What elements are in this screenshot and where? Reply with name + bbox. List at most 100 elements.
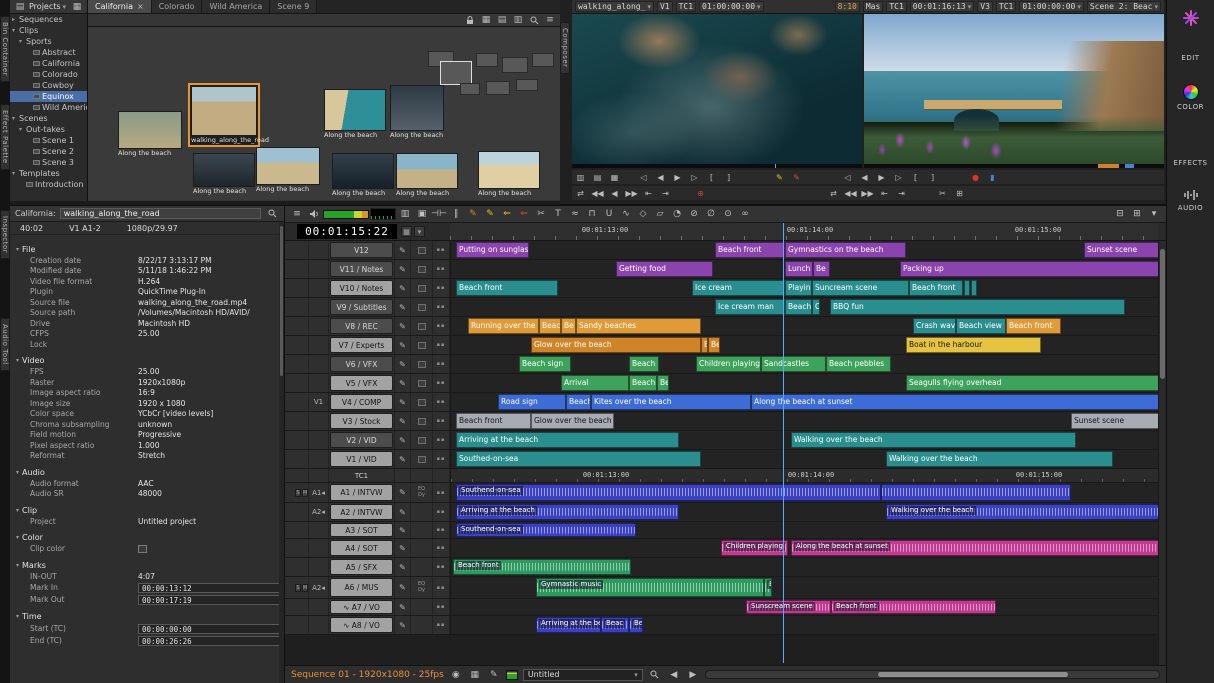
effects-mode-button[interactable]: EFFECTS — [1173, 159, 1207, 167]
add-edit-button[interactable]: ∥ — [448, 207, 464, 221]
timeline-clip-gymnastics-on-the-beach[interactable]: Gymnastics on the beach — [785, 242, 906, 258]
monitor-header-tc1[interactable]: TC1 — [676, 1, 696, 12]
track-button-v4-comp[interactable]: V4 / COMP — [330, 394, 393, 410]
step-forward-button[interactable]: ▷ — [686, 171, 703, 183]
render-button[interactable]: ◔ — [669, 207, 685, 221]
edit-mode-button[interactable]: EDIT — [1181, 54, 1199, 62]
bin-mini-clip[interactable] — [460, 83, 480, 95]
bin-clip-along-the-beach[interactable]: Along the beach — [390, 85, 444, 139]
timeline-clip-c[interactable]: C — [812, 299, 820, 315]
audio-mode-button[interactable]: AUDIO — [1178, 204, 1203, 212]
rail-tab-inspector[interactable]: Inspector — [0, 210, 10, 259]
toggle-source-record-button[interactable]: ▥ — [397, 207, 413, 221]
zoom-in-button[interactable]: ⊞ — [1129, 207, 1145, 221]
timeline-clip-beach-front[interactable]: Beach front — [453, 559, 631, 575]
timeline-clip-sunscream-scene[interactable]: Sunscream scene — [746, 600, 831, 614]
mark-in-button[interactable]: [ — [703, 171, 720, 183]
pencil-icon[interactable]: ✎ — [399, 379, 406, 388]
section-arrow-icon[interactable]: ▾ — [16, 246, 19, 253]
swap-source-record-button[interactable]: ⇄ — [572, 187, 589, 199]
record-position-bar[interactable] — [864, 164, 1164, 168]
track-button-v1-vid[interactable]: V1 / VID — [330, 451, 393, 467]
monitor-icon[interactable] — [418, 361, 426, 368]
timeline-clip-beach[interactable]: Beach — [566, 394, 591, 410]
monitor-header-tc1[interactable]: TC1 — [886, 1, 906, 12]
bin-clip-walking-along-the-road[interactable]: walking_along_the_road — [188, 83, 260, 147]
mute-button[interactable]: ⊘ — [686, 207, 702, 221]
section-arrow-icon[interactable]: ▾ — [16, 357, 19, 364]
overwrite-button[interactable]: ⇐ — [516, 207, 532, 221]
source-position-bar[interactable] — [572, 164, 862, 168]
monitor-header-walking-along[interactable]: walking_along_▾ — [575, 1, 654, 12]
bin-mini-clip[interactable] — [532, 53, 554, 67]
timeline-clip-sunset-scene[interactable]: Sunset scene — [1071, 413, 1158, 429]
razor-button[interactable]: ✂ — [934, 187, 951, 199]
track-control-icon[interactable]: ▪▪ — [437, 323, 446, 329]
scroll-left-icon[interactable]: ◀ — [667, 669, 681, 681]
timeline-clip-boat-in-the-harbour[interactable]: Boat in the harbour — [906, 337, 1041, 353]
record-step-backward-button[interactable]: ◀ — [856, 171, 873, 183]
timeline-clip-arriving-at-the-beach[interactable]: Arriving at the beach — [456, 504, 679, 520]
patch-button[interactable]: A2◂ — [312, 584, 325, 592]
track-lane[interactable]: Children playingAlong the beach at sunse… — [450, 539, 1158, 557]
timeline-clip-beach[interactable]: Beach — [539, 318, 561, 334]
track-control-icon[interactable]: ▪▪ — [437, 527, 446, 533]
timeline-clip-beach[interactable]: Beach — [629, 375, 657, 391]
tree-item-scene-2[interactable]: Scene 2 — [10, 146, 87, 157]
lift-button[interactable]: ⊓ — [584, 207, 600, 221]
timeline-view-menu[interactable]: ▾ — [1146, 207, 1162, 221]
timeline-horizontal-scrollbar[interactable] — [705, 670, 1160, 679]
record-button[interactable]: ● — [967, 171, 984, 183]
record-go-to-previous-edit-button[interactable]: ◁ — [839, 171, 856, 183]
source-monitor[interactable] — [572, 14, 862, 164]
timeline-clip-ice-cream[interactable]: Ice cream — [692, 280, 785, 296]
track-lane[interactable]: Beach front — [450, 558, 1158, 576]
timeline-grid-icon[interactable]: ▦ — [468, 669, 482, 681]
timeline-clip-beach-front[interactable]: Beach front — [456, 280, 558, 296]
timeline-clip-playing[interactable]: Playing — [785, 280, 812, 296]
clip-name-input[interactable] — [60, 208, 261, 219]
timeline-clip-southend-on-sea[interactable]: Southend-on-sea — [456, 523, 636, 537]
solo-button[interactable]: S — [295, 489, 301, 497]
monitor-header-00-01-16-13[interactable]: 00:01:16:13▾ — [910, 1, 975, 12]
section-arrow-icon[interactable]: ▾ — [16, 507, 19, 514]
record-step-forward-button[interactable]: ▷ — [890, 171, 907, 183]
timeline-clip-putting-on-sunglas[interactable]: Putting on sunglas — [456, 242, 529, 258]
pencil-icon[interactable]: ✎ — [399, 322, 406, 331]
tree-item-colorado[interactable]: Colorado — [10, 69, 87, 80]
timeline-clip-along-the-beach-at-sunset[interactable]: Along the beach at sunset — [751, 394, 1158, 410]
timeline-clip-arrival[interactable]: Arrival — [561, 375, 629, 391]
tree-item-out-takes[interactable]: ▾Out-takes — [10, 124, 87, 135]
pencil-icon[interactable]: ✎ — [399, 284, 406, 293]
track-control-icon[interactable]: ▪▪ — [437, 456, 446, 462]
go-to-previous-edit-button[interactable]: ◁ — [635, 171, 652, 183]
timeline-clip-arriving-at-the-be[interactable]: Arriving at the be — [536, 617, 601, 633]
track-lane[interactable]: Southend-on-sea — [450, 522, 1158, 538]
monitor-header-v3[interactable]: V3 — [977, 1, 993, 12]
timeline-clip-along-the-beach-at-sunset[interactable]: Along the beach at sunset — [791, 540, 1158, 556]
frame-view-icon[interactable]: ▦ — [479, 14, 493, 26]
timeline-clip-southed-on-sea[interactable]: Southed-on-sea — [456, 451, 701, 467]
timecode-view-icon[interactable]: ▦ — [401, 226, 412, 237]
timeline-clip-getting-food[interactable]: Getting food — [616, 261, 713, 277]
timeline-clip-sandcastles[interactable]: Sandcastles — [761, 356, 826, 372]
patch-button[interactable]: A2◂ — [312, 508, 325, 516]
timeline-clip-beac[interactable]: Beac — [601, 617, 629, 633]
monitor-header-scene-2-beac[interactable]: Scene 2: Beac▾ — [1087, 1, 1161, 12]
pencil-icon[interactable]: ✎ — [399, 583, 406, 592]
track-lane[interactable]: Getting foodLunchBePacking up — [450, 260, 1158, 278]
go-to-in-button[interactable]: ⇤ — [640, 187, 657, 199]
timeline-view-select[interactable]: Untitled ▾ — [523, 669, 643, 681]
timeline-clip[interactable] — [964, 280, 970, 296]
anchor-button[interactable]: ⊕ — [692, 187, 709, 199]
timeline-clip-children-playing[interactable]: Children playing — [721, 540, 788, 556]
timeline-clip-beach-view[interactable]: Beach view — [956, 318, 1006, 334]
timeline-clip-crash-wave[interactable]: Crash wave — [913, 318, 956, 334]
track-lane[interactable]: Beach signBeachChildren playingSandcastl… — [450, 355, 1158, 373]
quick-transition-button[interactable]: ▮ — [984, 171, 1001, 183]
track-control-icon[interactable]: ▪▪ — [437, 285, 446, 291]
track-control-icon[interactable]: ▪▪ — [437, 564, 446, 570]
record-monitor[interactable] — [864, 14, 1164, 164]
track-control-icon[interactable]: ▪▪ — [437, 380, 446, 386]
tree-item-scene-3[interactable]: Scene 3 — [10, 157, 87, 168]
